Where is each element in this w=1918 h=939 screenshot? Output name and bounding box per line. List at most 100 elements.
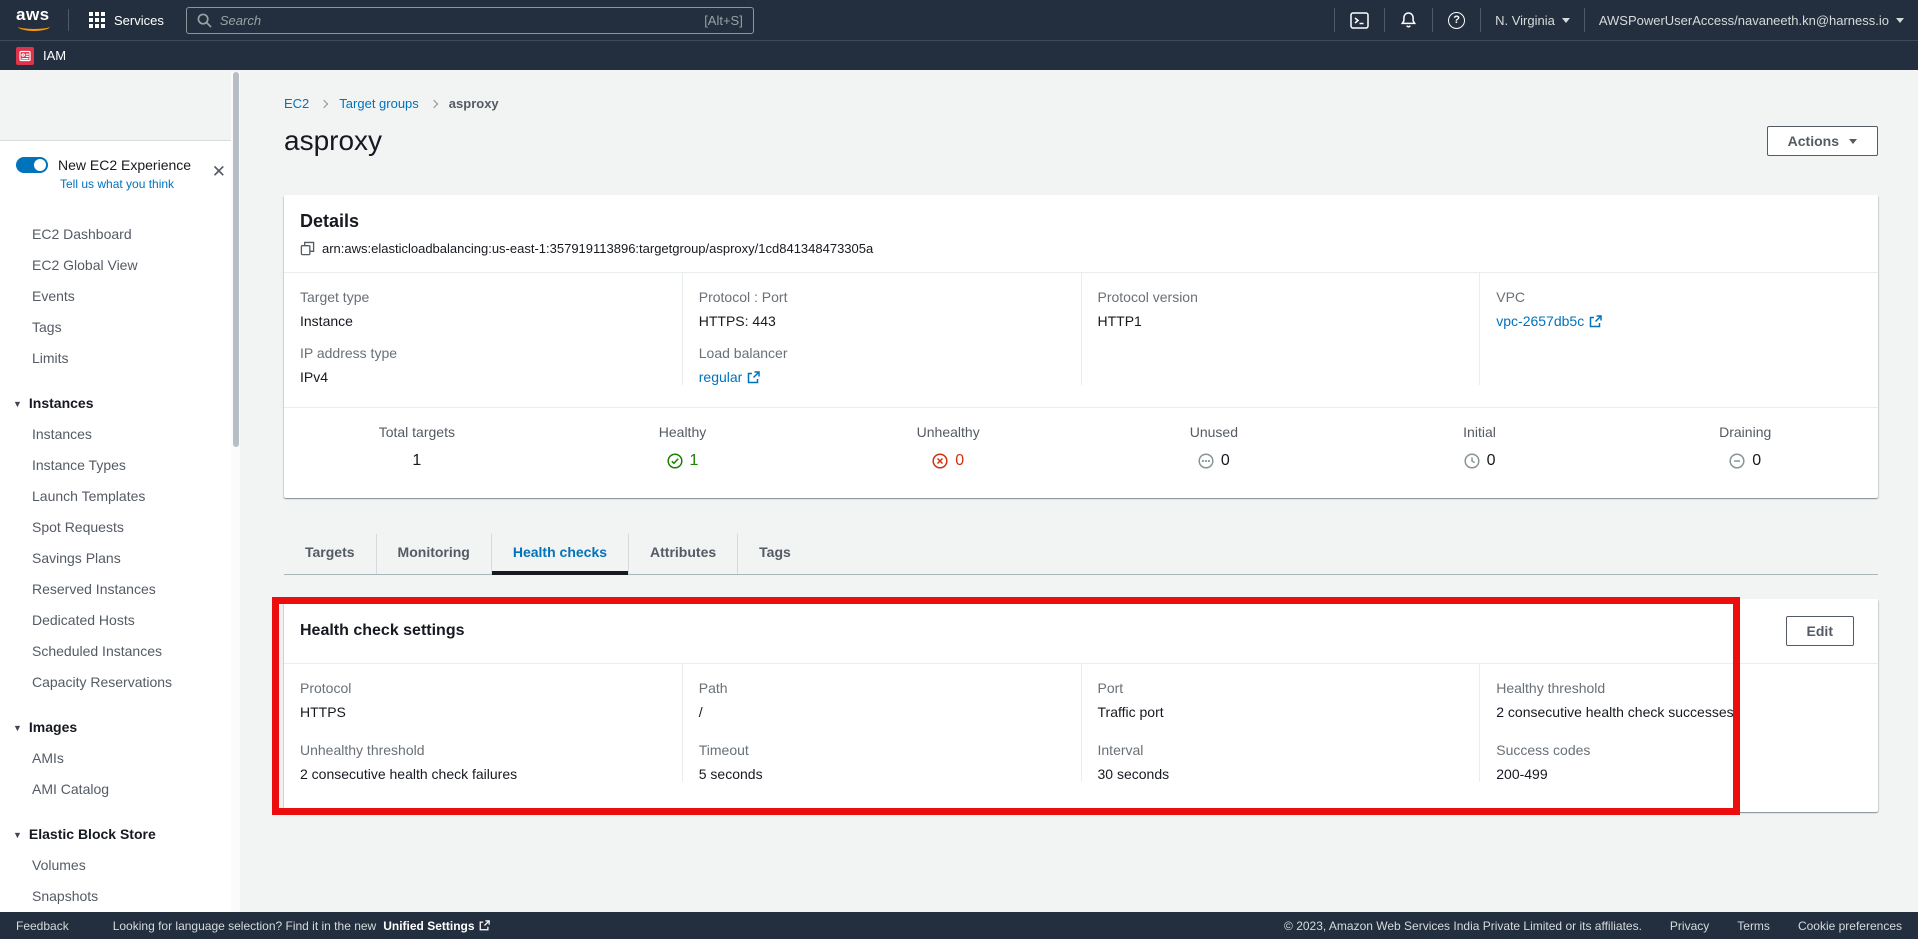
bell-icon: [1400, 11, 1417, 29]
sidebar-top-spacer: [0, 70, 240, 141]
summary-draining: Draining 0: [1612, 424, 1878, 474]
region-label: N. Virginia: [1495, 13, 1555, 28]
unhealthy-status-icon: [932, 453, 948, 469]
main-content: EC2 Target groups asproxy asproxy Action…: [240, 70, 1918, 912]
summary-total-targets: Total targets 1: [284, 424, 550, 474]
sidebar-item-capacity-reservations[interactable]: Capacity Reservations: [0, 667, 240, 698]
tab-health-checks[interactable]: Health checks: [491, 534, 628, 574]
sidebar-item-savings-plans[interactable]: Savings Plans: [0, 543, 240, 574]
field-label: VPC: [1496, 289, 1878, 305]
notifications-button[interactable]: [1385, 0, 1432, 40]
console-footer: Feedback Looking for language selection?…: [0, 912, 1918, 939]
sidebar-item-limits[interactable]: Limits: [0, 343, 240, 374]
sidebar-scrollbar[interactable]: [231, 72, 240, 912]
hc-protocol-value: HTTPS: [300, 704, 682, 720]
health-check-settings-heading: Health check settings: [300, 622, 465, 640]
account-menu[interactable]: AWSPowerUserAccess/navaneeth.kn@harness.…: [1585, 0, 1918, 40]
breadcrumb-chevron-icon: [430, 99, 438, 107]
section-caret-icon: ▼: [13, 830, 22, 840]
sidebar-item-snapshots[interactable]: Snapshots: [0, 881, 240, 912]
sidebar-scrollbar-thumb[interactable]: [233, 72, 239, 447]
sidebar-item-scheduled-instances[interactable]: Scheduled Instances: [0, 636, 240, 667]
language-selection-note: Looking for language selection? Find it …: [113, 919, 490, 933]
sidebar-item-dedicated-hosts[interactable]: Dedicated Hosts: [0, 605, 240, 636]
tab-monitoring[interactable]: Monitoring: [376, 534, 491, 574]
sidebar-item-instance-types[interactable]: Instance Types: [0, 450, 240, 481]
summary-healthy: Healthy 1: [550, 424, 816, 474]
sidebar-item-volumes[interactable]: Volumes: [0, 850, 240, 881]
sidebar-section-elastic-block-store[interactable]: ▼Elastic Block Store: [0, 819, 240, 850]
targets-summary: Total targets 1 Healthy 1 Unhealthy: [284, 407, 1878, 498]
chevron-down-icon: [1896, 18, 1904, 23]
favorites-bar: IAM: [0, 40, 1918, 70]
privacy-link[interactable]: Privacy: [1670, 919, 1709, 933]
favorites-iam-link[interactable]: IAM: [43, 48, 66, 63]
tab-tags[interactable]: Tags: [737, 534, 812, 574]
hc-port-value: Traffic port: [1098, 704, 1480, 720]
cloudshell-button[interactable]: [1335, 0, 1384, 40]
target-group-tabs: Targets Monitoring Health checks Attribu…: [284, 534, 1878, 575]
breadcrumb: EC2 Target groups asproxy: [284, 70, 1878, 111]
region-selector[interactable]: N. Virginia: [1481, 0, 1584, 40]
close-icon[interactable]: ✕: [212, 163, 226, 180]
topbar-divider: [68, 9, 69, 31]
sidebar-item-spot-requests[interactable]: Spot Requests: [0, 512, 240, 543]
help-icon: ?: [1448, 12, 1465, 29]
sidebar-item-instances[interactable]: Instances: [0, 419, 240, 450]
section-caret-icon: ▼: [13, 399, 22, 409]
summary-unhealthy: Unhealthy 0: [815, 424, 1081, 474]
sidebar-item-amis[interactable]: AMIs: [0, 743, 240, 774]
initial-status-icon: [1464, 453, 1480, 469]
vpc-link[interactable]: vpc-2657db5c: [1496, 313, 1602, 329]
search-shortcut-hint: [Alt+S]: [704, 13, 743, 28]
terms-link[interactable]: Terms: [1737, 919, 1770, 933]
unified-settings-link[interactable]: Unified Settings: [383, 919, 489, 933]
sidebar-item-ec2-dashboard[interactable]: EC2 Dashboard: [0, 219, 240, 250]
new-experience-toggle[interactable]: [16, 157, 48, 173]
health-check-settings-panel: Health check settings Edit Protocol HTTP…: [284, 599, 1878, 812]
search-input[interactable]: [220, 13, 696, 28]
breadcrumb-current: asproxy: [449, 96, 499, 111]
tab-targets[interactable]: Targets: [284, 534, 376, 574]
sidebar-section-instances[interactable]: ▼Instances: [0, 388, 240, 419]
copyright-text: © 2023, Amazon Web Services India Privat…: [1284, 919, 1642, 933]
edit-button[interactable]: Edit: [1786, 616, 1854, 646]
cookie-preferences-link[interactable]: Cookie preferences: [1798, 919, 1902, 933]
sidebar-item-tags[interactable]: Tags: [0, 312, 240, 343]
field-label: Healthy threshold: [1496, 680, 1878, 696]
target-type-value: Instance: [300, 313, 682, 329]
breadcrumb-target-groups[interactable]: Target groups: [339, 96, 419, 111]
summary-initial: Initial 0: [1347, 424, 1613, 474]
hc-path-value: /: [699, 704, 1081, 720]
top-navigation-bar: aws Services [Alt+S]: [0, 0, 1918, 40]
global-search-box[interactable]: [Alt+S]: [186, 7, 754, 34]
breadcrumb-ec2[interactable]: EC2: [284, 96, 309, 111]
unused-status-icon: [1198, 453, 1214, 469]
breadcrumb-chevron-icon: [320, 99, 328, 107]
load-balancer-link[interactable]: regular: [699, 369, 761, 385]
field-label: Protocol: [300, 680, 682, 696]
sidebar-nav: EC2 Dashboard EC2 Global View Events Tag…: [0, 203, 240, 912]
tab-attributes[interactable]: Attributes: [628, 534, 737, 574]
iam-service-icon: [16, 47, 34, 65]
aws-logo[interactable]: aws: [16, 7, 56, 33]
sidebar-section-images[interactable]: ▼Images: [0, 712, 240, 743]
hc-unhealthy-threshold-value: 2 consecutive health check failures: [300, 766, 682, 782]
sidebar-item-launch-templates[interactable]: Launch Templates: [0, 481, 240, 512]
hc-timeout-value: 5 seconds: [699, 766, 1081, 782]
field-label: Target type: [300, 289, 682, 305]
sidebar-item-events[interactable]: Events: [0, 281, 240, 312]
sidebar-item-reserved-instances[interactable]: Reserved Instances: [0, 574, 240, 605]
feedback-link[interactable]: Feedback: [16, 919, 69, 933]
help-button[interactable]: ?: [1433, 0, 1480, 40]
actions-button[interactable]: Actions: [1767, 126, 1878, 156]
tell-us-link[interactable]: Tell us what you think: [60, 177, 226, 191]
copy-icon[interactable]: [300, 241, 315, 256]
services-menu-button[interactable]: Services: [81, 0, 172, 40]
sidebar-item-ec2-global-view[interactable]: EC2 Global View: [0, 250, 240, 281]
summary-unused: Unused 0: [1081, 424, 1347, 474]
services-grid-icon: [89, 12, 105, 28]
sidebar-item-ami-catalog[interactable]: AMI Catalog: [0, 774, 240, 805]
aws-logo-text: aws: [16, 7, 56, 23]
protocol-port-value: HTTPS: 443: [699, 313, 1081, 329]
